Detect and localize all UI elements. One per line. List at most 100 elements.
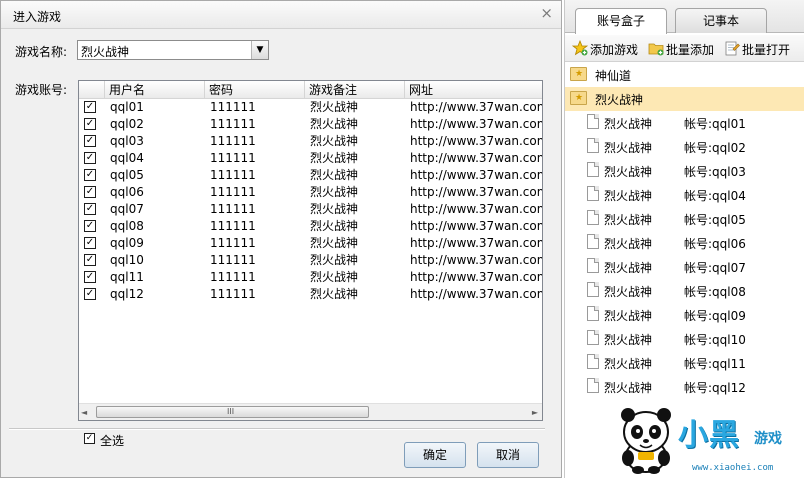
- tree-account-item[interactable]: 烈火战神 帐号:qql04: [565, 183, 804, 207]
- tree-account-item[interactable]: 烈火战神 帐号:qql06: [565, 231, 804, 255]
- scroll-thumb[interactable]: III: [96, 406, 369, 418]
- horizontal-scrollbar[interactable]: ◄ III ►: [79, 403, 542, 420]
- account-id-label: 帐号:qql06: [684, 237, 746, 251]
- username-cell: qql01: [110, 100, 144, 114]
- scroll-right-icon[interactable]: ►: [532, 408, 538, 417]
- table-row[interactable]: ✓ qql11 111111 烈火战神 http://www.37wan.com: [79, 269, 542, 286]
- account-game-label: 烈火战神: [604, 381, 653, 395]
- header-password[interactable]: 密码: [205, 81, 305, 99]
- header-checkbox-col: [79, 81, 105, 99]
- password-cell: 111111: [210, 168, 256, 182]
- close-icon[interactable]: ×: [540, 4, 553, 22]
- tree-account-item[interactable]: 烈火战神 帐号:qql07: [565, 255, 804, 279]
- table-row[interactable]: ✓ qql06 111111 烈火战神 http://www.37wan.com: [79, 184, 542, 201]
- header-game-note[interactable]: 游戏备注: [305, 81, 405, 99]
- url-cell: http://www.37wan.com: [410, 253, 542, 267]
- document-icon: [587, 306, 599, 321]
- game-note-cell: 烈火战神: [310, 270, 359, 284]
- row-checkbox[interactable]: ✓: [84, 288, 96, 300]
- row-checkbox[interactable]: ✓: [84, 118, 96, 130]
- ok-button[interactable]: 确定: [404, 442, 466, 468]
- account-game-label: 烈火战神: [604, 285, 653, 299]
- account-id-label: 帐号:qql01: [684, 117, 746, 131]
- row-checkbox[interactable]: ✓: [84, 152, 96, 164]
- table-row[interactable]: ✓ qql02 111111 烈火战神 http://www.37wan.com: [79, 116, 542, 133]
- table-row[interactable]: ✓ qql07 111111 烈火战神 http://www.37wan.com: [79, 201, 542, 218]
- username-cell: qql05: [110, 168, 144, 182]
- account-game-label: 烈火战神: [604, 189, 653, 203]
- row-checkbox[interactable]: ✓: [84, 237, 96, 249]
- game-note-cell: 烈火战神: [310, 236, 359, 250]
- select-all-checkbox[interactable]: ✓: [84, 433, 95, 444]
- batch-add-button[interactable]: 批量添加: [648, 40, 720, 58]
- row-checkbox[interactable]: ✓: [84, 220, 96, 232]
- table-row[interactable]: ✓ qql03 111111 烈火战神 http://www.37wan.com: [79, 133, 542, 150]
- account-id-label: 帐号:qql09: [684, 309, 746, 323]
- table-row[interactable]: ✓ qql04 111111 烈火战神 http://www.37wan.com: [79, 150, 542, 167]
- tree-account-item[interactable]: 烈火战神 帐号:qql03: [565, 159, 804, 183]
- row-checkbox[interactable]: ✓: [84, 135, 96, 147]
- table-row[interactable]: ✓ qql10 111111 烈火战神 http://www.37wan.com: [79, 252, 542, 269]
- username-cell: qql08: [110, 219, 144, 233]
- tab-strip: 账号盒子 记事本: [565, 0, 804, 34]
- tree-account-item[interactable]: 烈火战神 帐号:qql02: [565, 135, 804, 159]
- tree-folder[interactable]: ★ 神仙道: [565, 63, 804, 87]
- tab-notepad[interactable]: 记事本: [675, 8, 767, 33]
- game-note-cell: 烈火战神: [310, 134, 359, 148]
- tree-folder[interactable]: ★ 烈火战神: [565, 87, 804, 111]
- scroll-left-icon[interactable]: ◄: [81, 408, 87, 417]
- tree-account-item[interactable]: 烈火战神 帐号:qql05: [565, 207, 804, 231]
- table-row[interactable]: ✓ qql12 111111 烈火战神 http://www.37wan.com: [79, 286, 542, 303]
- table-header: 用户名 密码 游戏备注 网址: [79, 81, 542, 99]
- row-checkbox[interactable]: ✓: [84, 186, 96, 198]
- account-game-label: 烈火战神: [604, 309, 653, 323]
- tree-account-item[interactable]: 烈火战神 帐号:qql10: [565, 327, 804, 351]
- game-name-select[interactable]: 烈火战神 ▼: [77, 40, 269, 60]
- header-username[interactable]: 用户名: [105, 81, 205, 99]
- row-checkbox[interactable]: ✓: [84, 169, 96, 181]
- table-row[interactable]: ✓ qql09 111111 烈火战神 http://www.37wan.com: [79, 235, 542, 252]
- tree-account-item[interactable]: 烈火战神 帐号:qql11: [565, 351, 804, 375]
- logo-brand-text: 小黑: [678, 418, 740, 453]
- tree-account-item[interactable]: 烈火战神 帐号:qql09: [565, 303, 804, 327]
- document-icon: [587, 378, 599, 393]
- add-game-button[interactable]: 添加游戏: [572, 40, 644, 58]
- account-id-label: 帐号:qql07: [684, 261, 746, 275]
- header-url[interactable]: 网址: [405, 81, 542, 99]
- select-all-label[interactable]: 全选: [100, 432, 124, 449]
- tree-account-item[interactable]: 烈火战神 帐号:qql12: [565, 375, 804, 399]
- star-icon: ★: [575, 69, 584, 79]
- batch-open-button[interactable]: 批量打开: [724, 40, 796, 58]
- account-game-label: 烈火战神: [604, 357, 653, 371]
- account-game-label: 烈火战神: [604, 141, 653, 155]
- document-icon: [587, 210, 599, 225]
- scroll-grip-icon: III: [227, 407, 235, 416]
- row-checkbox[interactable]: ✓: [84, 203, 96, 215]
- account-id-label: 帐号:qql12: [684, 381, 746, 395]
- chevron-down-icon[interactable]: ▼: [251, 41, 268, 59]
- tab-account-box[interactable]: 账号盒子: [575, 8, 667, 34]
- url-cell: http://www.37wan.com: [410, 287, 542, 301]
- batch-add-label: 批量添加: [666, 43, 715, 57]
- batch-open-label: 批量打开: [742, 43, 791, 57]
- document-icon: [587, 162, 599, 177]
- document-icon: [587, 282, 599, 297]
- row-checkbox[interactable]: ✓: [84, 271, 96, 283]
- table-row[interactable]: ✓ qql08 111111 烈火战神 http://www.37wan.com: [79, 218, 542, 235]
- account-id-label: 帐号:qql08: [684, 285, 746, 299]
- table-row[interactable]: ✓ qql01 111111 烈火战神 http://www.37wan.com: [79, 99, 542, 116]
- cancel-button[interactable]: 取消: [477, 442, 539, 468]
- tree-account-item[interactable]: 烈火战神 帐号:qql01: [565, 111, 804, 135]
- account-tree: ★ 神仙道 ★ 烈火战神 烈火战神 帐号:qql01 烈火战神 帐号:qql02 烈火战神 帐号:…: [565, 63, 804, 403]
- table-row[interactable]: ✓ qql05 111111 烈火战神 http://www.37wan.com: [79, 167, 542, 184]
- url-cell: http://www.37wan.com: [410, 270, 542, 284]
- account-id-label: 帐号:qql10: [684, 333, 746, 347]
- username-cell: qql04: [110, 151, 144, 165]
- row-checkbox[interactable]: ✓: [84, 101, 96, 113]
- row-checkbox[interactable]: ✓: [84, 254, 96, 266]
- document-icon: [587, 330, 599, 345]
- username-cell: qql07: [110, 202, 144, 216]
- tree-account-item[interactable]: 烈火战神 帐号:qql08: [565, 279, 804, 303]
- game-note-cell: 烈火战神: [310, 185, 359, 199]
- account-game-label: 烈火战神: [604, 117, 653, 131]
